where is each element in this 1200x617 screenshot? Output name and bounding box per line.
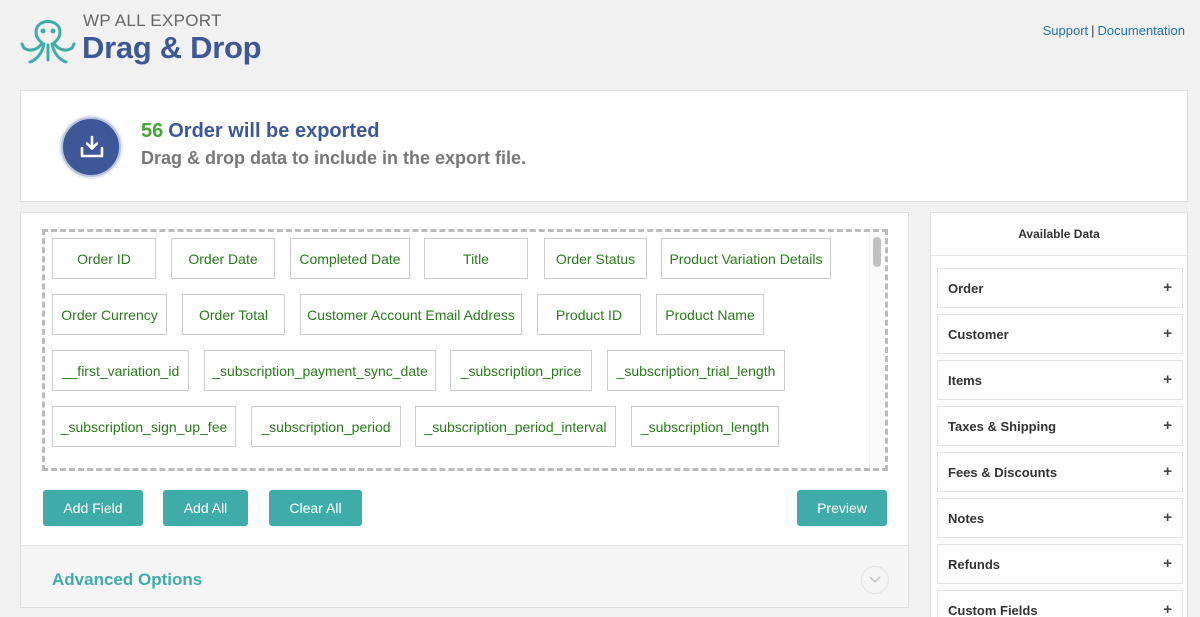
chevron-down-icon[interactable] (861, 566, 889, 594)
sidebar-item-label: Refunds (948, 557, 1000, 572)
field-chip[interactable]: Product Name (656, 294, 764, 335)
sidebar-item-customer[interactable]: Customer + (937, 314, 1183, 354)
drop-zone-scrollbar[interactable] (869, 232, 885, 468)
brand-subtitle: WP ALL EXPORT (83, 11, 222, 30)
expand-plus-icon[interactable]: + (1163, 555, 1172, 572)
sidebar-item-label: Notes (948, 511, 985, 526)
field-drop-zone[interactable]: Order ID Order Date Completed Date Title… (42, 229, 888, 471)
field-chip[interactable]: Order Date (171, 238, 275, 279)
expand-plus-icon[interactable]: + (1163, 371, 1172, 388)
export-headline: 56 Order will be exported (141, 120, 379, 143)
export-fields-panel: Order ID Order Date Completed Date Title… (20, 212, 909, 608)
sidebar-item-label: Taxes & Shipping (948, 419, 1057, 434)
field-chip[interactable]: Order Currency (52, 294, 167, 335)
expand-plus-icon[interactable]: + (1163, 279, 1172, 296)
preview-button[interactable]: Preview (797, 490, 887, 526)
expand-plus-icon[interactable]: + (1163, 601, 1172, 617)
sidebar-item-label: Custom Fields (948, 603, 1038, 617)
field-chip[interactable]: _subscription_period (251, 406, 401, 447)
download-icon (80, 135, 104, 158)
export-summary: 56 Order will be exported Drag & drop dat… (20, 90, 1188, 202)
link-separator: | (1091, 23, 1095, 38)
scrollbar-thumb[interactable] (873, 237, 881, 267)
clear-all-button[interactable]: Clear All (269, 490, 362, 526)
advanced-options-section[interactable]: Advanced Options (21, 545, 908, 607)
documentation-link[interactable]: Documentation (1098, 23, 1185, 38)
add-field-button[interactable]: Add Field (43, 490, 143, 526)
field-chip[interactable]: _subscription_price (450, 350, 592, 391)
field-chip[interactable]: Order Total (182, 294, 285, 335)
header-links: Support | Documentation (1043, 23, 1185, 38)
sidebar-item-taxes-shipping[interactable]: Taxes & Shipping + (937, 406, 1183, 446)
field-chip[interactable]: _subscription_period_interval (415, 406, 616, 447)
field-chip[interactable]: Order ID (52, 238, 156, 279)
sidebar-item-label: Customer (948, 327, 1009, 342)
field-chip[interactable]: Product Variation Details (661, 238, 831, 279)
page-header: WP ALL EXPORT Drag & Drop Support | Docume… (20, 8, 1190, 68)
octopus-logo-icon (20, 20, 76, 64)
sidebar-item-refunds[interactable]: Refunds + (937, 544, 1183, 584)
advanced-options-title[interactable]: Advanced Options (52, 570, 202, 590)
sidebar-item-notes[interactable]: Notes + (937, 498, 1183, 538)
field-chip[interactable]: Order Status (544, 238, 647, 279)
export-headline-text: Order will be exported (168, 120, 380, 142)
export-badge (61, 117, 121, 177)
sidebar-item-custom-fields[interactable]: Custom Fields + (937, 590, 1183, 617)
add-all-button[interactable]: Add All (163, 490, 248, 526)
field-chip[interactable]: Completed Date (290, 238, 410, 279)
expand-plus-icon[interactable]: + (1163, 417, 1172, 434)
field-chip[interactable]: _subscription_length (631, 406, 779, 447)
field-chip[interactable]: Product ID (537, 294, 641, 335)
field-chip[interactable]: _subscription_payment_sync_date (204, 350, 436, 391)
field-chip[interactable]: _subscription_sign_up_fee (52, 406, 236, 447)
sidebar-item-order[interactable]: Order + (937, 268, 1183, 308)
sidebar-title: Available Data (931, 213, 1187, 256)
field-chip[interactable]: __first_variation_id (52, 350, 189, 391)
field-chip[interactable]: _subscription_trial_length (607, 350, 785, 391)
support-link[interactable]: Support (1043, 23, 1089, 38)
export-count: 56 (141, 120, 164, 142)
field-chip[interactable]: Customer Account Email Address (300, 294, 522, 335)
sidebar-item-fees-discounts[interactable]: Fees & Discounts + (937, 452, 1183, 492)
sidebar-item-label: Items (948, 373, 982, 388)
expand-plus-icon[interactable]: + (1163, 325, 1172, 342)
brand-title: Drag & Drop (82, 30, 262, 65)
expand-plus-icon[interactable]: + (1163, 509, 1172, 526)
available-data-sidebar: Available Data Order + Customer + Items … (930, 212, 1188, 617)
expand-plus-icon[interactable]: + (1163, 463, 1172, 480)
sidebar-item-label: Fees & Discounts (948, 465, 1058, 480)
export-instructions: Drag & drop data to include in the expor… (141, 148, 527, 168)
sidebar-item-items[interactable]: Items + (937, 360, 1183, 400)
sidebar-item-label: Order (948, 281, 984, 296)
field-chip[interactable]: Title (424, 238, 528, 279)
